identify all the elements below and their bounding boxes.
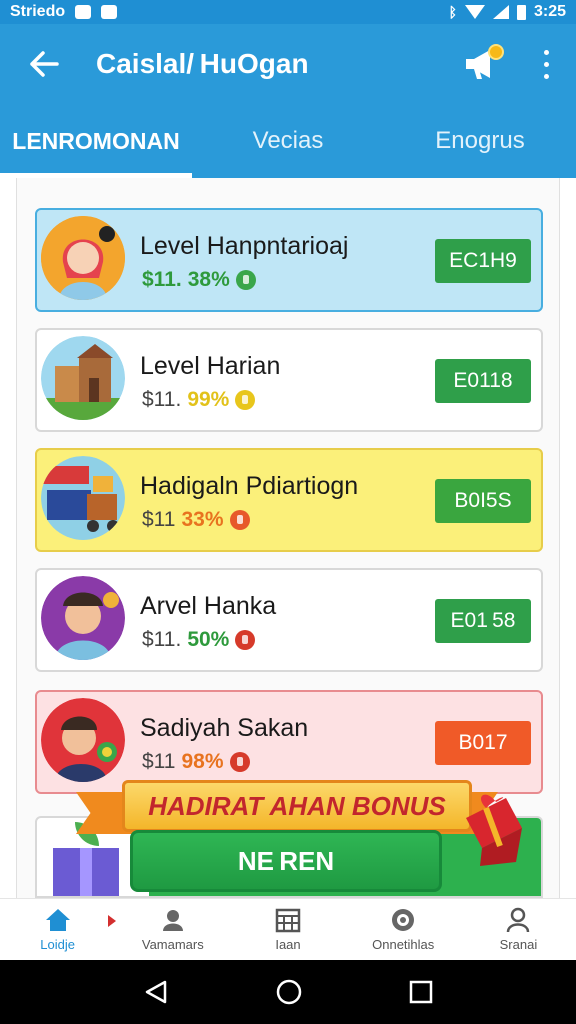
card-action-button[interactable]: EC1H9 (435, 239, 531, 283)
profile-icon (507, 907, 530, 933)
nav-2[interactable]: Vamamars (115, 899, 230, 960)
level-card[interactable]: Level Hanpntarioaj $11. 38% EC1H9 (35, 208, 543, 312)
card-action-button[interactable]: E0118 (435, 359, 531, 403)
percent-value: 50% (187, 628, 230, 651)
card-action-button[interactable]: B017 (435, 721, 531, 765)
screen: Striedo ᛒ 3:25 Caislal/ HuOgan LENROMONA… (0, 0, 576, 1024)
card-title: Arvel Hanka (140, 592, 277, 620)
app-bar: Caislal/ HuOgan LENROMONAN Vecias Enogru… (0, 24, 576, 178)
gift-box-icon (466, 794, 522, 866)
tab-3[interactable]: Enogrus (384, 104, 576, 178)
level-card[interactable]: Level Harian $11. 99% E0118 (35, 328, 543, 432)
coin-icon (235, 390, 256, 410)
dot-icon (543, 49, 549, 55)
bottom-navigation: Loidje Vamamars Iaan Onnetihlas Sranai (0, 898, 576, 960)
level-card[interactable]: Hadigaln Pdiartiogn $11 33% B0I5S (35, 448, 543, 552)
card-price: $11. 99% (142, 388, 256, 412)
building-avatar (41, 336, 125, 420)
nav-5[interactable]: Sranai (461, 899, 576, 960)
card-action-button[interactable]: E01 58 (435, 599, 531, 643)
calendar-icon (275, 908, 301, 933)
back-button[interactable] (22, 42, 66, 86)
bonus-button[interactable]: NE REN (130, 830, 442, 892)
notification-icon (75, 5, 92, 19)
cart-avatar (41, 456, 125, 540)
tab-bar: LENROMONAN Vecias Enogrus (0, 104, 576, 178)
wifi-icon (464, 5, 485, 19)
nav-label: Loidje (40, 937, 75, 952)
price-value: $11 (142, 508, 176, 531)
coin-icon (235, 270, 256, 290)
price-value: $11. (142, 388, 182, 411)
coin-icon (229, 510, 250, 530)
price-value: $11. (142, 268, 182, 291)
nav-label: Sranai (499, 937, 538, 952)
card-title: Sadiyah Sakan (140, 714, 309, 742)
app-title: Caislal/ HuOgan (96, 48, 309, 79)
card-title: Hadigaln Pdiartiogn (140, 472, 359, 500)
man-avatar (41, 576, 125, 660)
system-back-icon[interactable] (143, 979, 169, 1005)
bluetooth-icon: ᛒ (448, 4, 457, 20)
home-icon (45, 909, 70, 931)
card-title: Level Hanpntarioaj (140, 232, 349, 260)
dot-icon (543, 73, 549, 79)
nav-4[interactable]: Onnetihlas (346, 899, 461, 960)
nav-label: Iaan (275, 937, 301, 952)
card-price: $11. 38% (142, 268, 256, 292)
signal-icon (492, 5, 509, 19)
bonus-banner: HADIRAT AHAN BONUS NE REN (76, 770, 536, 898)
percent-value: 33% (181, 508, 224, 531)
girl-avatar (41, 216, 125, 300)
percent-value: 99% (187, 388, 230, 411)
clock-icon (392, 909, 415, 931)
percent-value: 38% (187, 268, 230, 291)
level-card[interactable]: Arvel Hanka $11. 50% E01 58 (35, 568, 543, 672)
battery-icon (516, 4, 526, 20)
system-navigation (0, 960, 576, 1024)
tab-1[interactable]: LENROMONAN (0, 104, 192, 178)
shield-icon (101, 5, 118, 19)
tab-2[interactable]: Vecias (192, 104, 384, 178)
card-price: $11 33% (142, 508, 250, 532)
system-home-icon[interactable] (275, 978, 303, 1006)
notification-badge (488, 44, 504, 60)
nav-label: Onnetihlas (372, 937, 435, 952)
status-time: 3:25 (533, 3, 566, 20)
price-value: $11. (142, 628, 182, 651)
nav-label: Vamamars (141, 937, 204, 952)
coin-icon (229, 752, 250, 772)
nav-home[interactable]: Loidje (0, 899, 115, 960)
status-bar: Striedo ᛒ 3:25 (0, 0, 576, 24)
system-recents-icon[interactable] (409, 980, 433, 1004)
card-title: Level Harian (140, 352, 281, 380)
status-app-name: Striedo (10, 3, 66, 20)
coin-icon (235, 630, 256, 650)
bonus-ribbon-text: HADIRAT AHAN BONUS (122, 780, 472, 832)
person-icon (162, 910, 183, 931)
card-price: $11. 50% (142, 628, 256, 652)
nav-3[interactable]: Iaan (230, 899, 345, 960)
dot-icon (543, 61, 549, 67)
more-options-button[interactable] (536, 46, 556, 82)
card-action-button[interactable]: B0I5S (435, 479, 531, 523)
announcement-button[interactable] (462, 44, 506, 84)
arrow-left-icon (30, 51, 59, 77)
